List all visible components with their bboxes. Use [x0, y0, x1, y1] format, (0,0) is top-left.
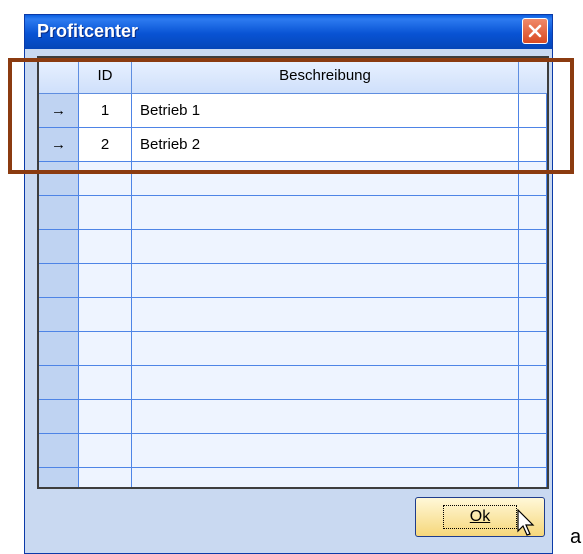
row-id[interactable]: 2: [79, 128, 132, 161]
empty-row[interactable]: [39, 468, 547, 487]
row-description[interactable]: Betrieb 1: [132, 94, 519, 127]
header-id[interactable]: ID: [79, 58, 132, 93]
row-end: [519, 332, 547, 365]
close-icon: [528, 24, 542, 38]
row-end: [519, 196, 547, 229]
row-id[interactable]: [79, 162, 132, 195]
empty-row[interactable]: [39, 196, 547, 230]
row-description[interactable]: [132, 196, 519, 229]
row-description[interactable]: [132, 468, 519, 487]
empty-row[interactable]: [39, 434, 547, 468]
row-indicator: [39, 196, 79, 229]
trailing-text: a: [570, 526, 582, 548]
profitcenter-dialog: Profitcenter ID Beschreibung → 1 Betrieb…: [24, 14, 553, 554]
row-description[interactable]: Betrieb 2: [132, 128, 519, 161]
empty-row[interactable]: [39, 400, 547, 434]
row-id[interactable]: [79, 366, 132, 399]
row-end: [519, 162, 547, 195]
ok-button-label: Ok: [469, 508, 491, 525]
row-indicator: [39, 434, 79, 467]
row-indicator: [39, 230, 79, 263]
row-id[interactable]: [79, 332, 132, 365]
row-description[interactable]: [132, 332, 519, 365]
row-id[interactable]: [79, 298, 132, 331]
row-description[interactable]: [132, 230, 519, 263]
empty-row[interactable]: [39, 162, 547, 196]
table-row[interactable]: → 1 Betrieb 1: [39, 94, 547, 128]
row-indicator-arrow-icon: →: [39, 94, 79, 127]
row-end: [519, 128, 547, 161]
row-id[interactable]: [79, 400, 132, 433]
row-end: [519, 230, 547, 263]
profitcenter-grid[interactable]: ID Beschreibung → 1 Betrieb 1 → 2 Betrie…: [37, 56, 549, 489]
row-id[interactable]: [79, 468, 132, 487]
row-id[interactable]: [79, 434, 132, 467]
row-end: [519, 298, 547, 331]
title-bar[interactable]: Profitcenter: [25, 15, 552, 49]
row-end: [519, 264, 547, 297]
row-indicator: [39, 298, 79, 331]
row-end: [519, 94, 547, 127]
mouse-cursor-icon: [517, 508, 537, 542]
grid-header: ID Beschreibung: [39, 58, 547, 94]
close-button[interactable]: [522, 18, 548, 44]
header-indicator: [39, 58, 79, 93]
row-description[interactable]: [132, 366, 519, 399]
row-indicator: [39, 332, 79, 365]
row-end: [519, 468, 547, 487]
row-end: [519, 434, 547, 467]
row-description[interactable]: [132, 400, 519, 433]
empty-row[interactable]: [39, 332, 547, 366]
row-indicator-arrow-icon: →: [39, 128, 79, 161]
row-description[interactable]: [132, 162, 519, 195]
row-id[interactable]: 1: [79, 94, 132, 127]
empty-row[interactable]: [39, 264, 547, 298]
row-indicator: [39, 400, 79, 433]
header-beschreibung[interactable]: Beschreibung: [132, 58, 519, 93]
ok-button-focus: Ok: [442, 505, 518, 529]
empty-row[interactable]: [39, 230, 547, 264]
row-id[interactable]: [79, 230, 132, 263]
empty-row[interactable]: [39, 298, 547, 332]
window-title: Profitcenter: [37, 21, 139, 41]
row-description[interactable]: [132, 298, 519, 331]
table-row[interactable]: → 2 Betrieb 2: [39, 128, 547, 162]
row-indicator: [39, 264, 79, 297]
row-id[interactable]: [79, 196, 132, 229]
row-description[interactable]: [132, 264, 519, 297]
empty-row[interactable]: [39, 366, 547, 400]
row-end: [519, 400, 547, 433]
row-id[interactable]: [79, 264, 132, 297]
row-end: [519, 366, 547, 399]
row-indicator: [39, 468, 79, 487]
row-indicator: [39, 366, 79, 399]
row-indicator: [39, 162, 79, 195]
row-description[interactable]: [132, 434, 519, 467]
header-end: [519, 58, 547, 93]
